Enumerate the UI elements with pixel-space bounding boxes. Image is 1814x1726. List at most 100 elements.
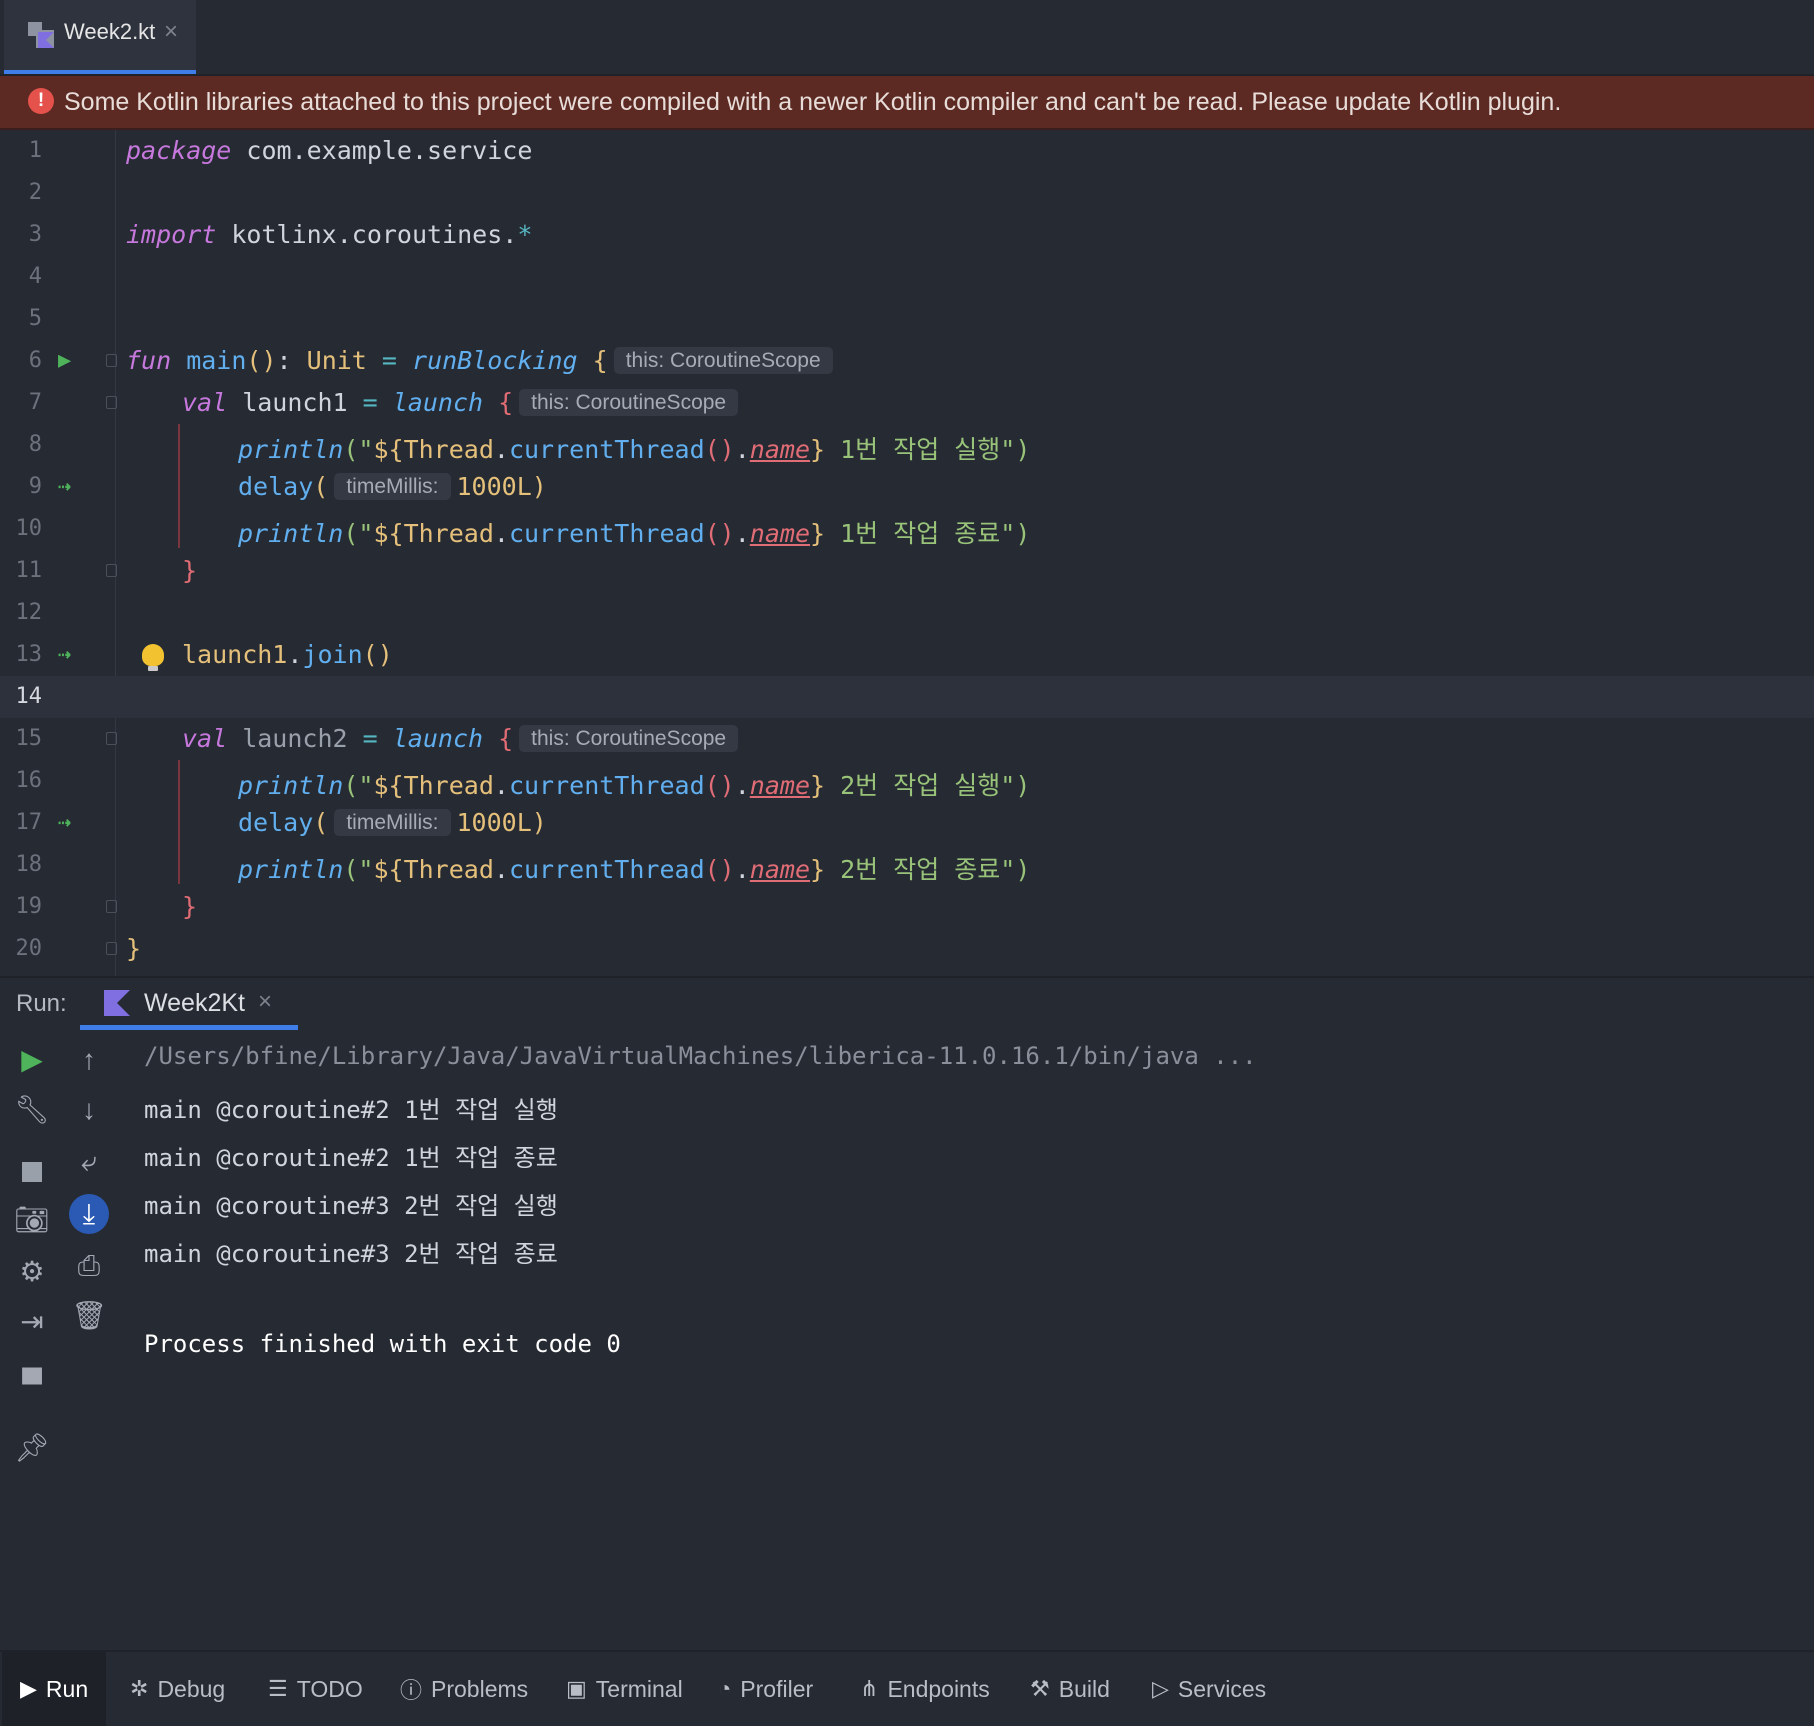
property-name: name [749, 855, 811, 884]
tool-todo[interactable]: ☰ TODO [268, 1652, 363, 1726]
brace: } [182, 556, 198, 585]
tool-run[interactable]: ▶ Run [2, 1652, 107, 1726]
code-line: 5 [0, 298, 1814, 340]
line-number: 4 [28, 264, 42, 289]
keyword: package [126, 136, 232, 165]
paren: ( [313, 808, 329, 837]
package-name: com.example.service [231, 136, 533, 165]
dot: . [493, 771, 509, 800]
run-tab-week2kt[interactable]: Week2Kt × [80, 978, 298, 1030]
pin-icon[interactable]: 📌︎ [12, 1428, 52, 1468]
list-icon: ☰ [268, 1676, 288, 1701]
tool-profiler[interactable]: ◔ Profiler [718, 1652, 813, 1726]
line-number: 16 [15, 768, 43, 793]
tool-build[interactable]: ⚒ Build [1030, 1652, 1110, 1726]
tool-label: Services [1177, 1675, 1267, 1702]
paren: ( [313, 472, 329, 501]
code-text: import kotlinx.coroutines.* [126, 220, 532, 249]
template-open: ${ [373, 435, 404, 464]
brace: { [483, 388, 514, 417]
close-icon[interactable]: × [258, 988, 272, 1016]
line-number: 9 [28, 474, 42, 499]
code-line: 1 package com.example.service [0, 130, 1814, 172]
login-icon[interactable]: ⇥ [12, 1302, 52, 1342]
code-text: } [182, 892, 197, 921]
code-text: } [182, 556, 197, 585]
string-open: (" [343, 855, 374, 884]
kotlin-warning-banner: ! Some Kotlin libraries attached to this… [0, 76, 1814, 130]
tool-label: Run [45, 1675, 89, 1702]
code-line: 13 ⇢ launch1.join() [0, 634, 1814, 676]
line-number: 17 [15, 810, 43, 835]
print-icon[interactable]: ⎙ [69, 1246, 109, 1286]
close-icon[interactable]: × [164, 18, 178, 46]
line-number: 13 [15, 642, 43, 667]
console-command-line: /Users/bfine/Library/Java/JavaVirtualMac… [144, 1042, 1257, 1070]
wrench-icon[interactable]: 🔧︎ [12, 1090, 52, 1130]
services-icon: ▷ [1152, 1676, 1169, 1701]
code-text: val launch2 = launch {this: CoroutineSco… [182, 724, 744, 753]
tool-label: Debug [157, 1675, 226, 1702]
code-text: delay(timeMillis: 1000L) [238, 472, 547, 501]
kotlin-icon [104, 990, 130, 1016]
class-name: Thread [403, 771, 494, 800]
method-name: currentThread [508, 519, 705, 548]
paren: () [246, 346, 277, 375]
layout-icon[interactable]: ▀ [12, 1364, 52, 1404]
console-output-line: main @coroutine#3 2번 작업 실행 [144, 1192, 558, 1220]
tool-endpoints[interactable]: ⋔ Endpoints [860, 1652, 990, 1726]
code-line: 16 println("${Thread.currentThread().nam… [0, 760, 1814, 802]
code-text: delay(timeMillis: 1000L) [238, 808, 547, 837]
tool-debug[interactable]: ✲ Debug [130, 1652, 225, 1726]
line-number: 15 [15, 726, 43, 751]
arrow-down-icon[interactable]: ↓ [69, 1090, 109, 1130]
endpoints-icon: ⋔ [860, 1676, 879, 1701]
keyword: import [126, 220, 217, 249]
fold-icon[interactable] [106, 900, 117, 913]
fold-icon[interactable] [106, 732, 117, 745]
camera-icon[interactable]: 📷︎ [12, 1200, 52, 1240]
tab-week2-kt[interactable]: Week2.kt × [4, 0, 196, 74]
line-number: 14 [15, 684, 43, 709]
paren: () [362, 640, 393, 669]
soft-wrap-icon[interactable]: ⤶ [69, 1142, 109, 1182]
tool-terminal[interactable]: ▣ Terminal [566, 1652, 683, 1726]
tab-label: Week2.kt [64, 19, 156, 44]
stop-icon[interactable] [12, 1150, 52, 1190]
dot: . [493, 855, 509, 884]
brace: } [182, 892, 198, 921]
call-name: println [238, 519, 344, 548]
rerun-icon[interactable]: ▶ [12, 1040, 52, 1080]
lightbulb-icon[interactable] [142, 644, 164, 671]
run-gutter-icon[interactable]: ▶ [58, 348, 71, 373]
tool-problems[interactable]: ⓘ Problems [400, 1652, 528, 1726]
profiler-icon: ◔ [718, 1676, 732, 1701]
fold-icon[interactable] [106, 564, 117, 577]
dot: . [734, 855, 750, 884]
line-number: 11 [15, 558, 43, 583]
line-number: 12 [15, 600, 43, 625]
line-number: 2 [28, 180, 42, 205]
arrow-up-icon[interactable]: ↑ [69, 1040, 109, 1080]
brace: } [126, 934, 142, 963]
brace: { [577, 346, 608, 375]
import-star: * [517, 220, 533, 249]
fold-icon[interactable] [106, 354, 117, 367]
property-name: name [749, 435, 811, 464]
method-name: currentThread [508, 435, 705, 464]
code-line: 7 val launch1 = launch {this: CoroutineS… [0, 382, 1814, 424]
string-close: ") [1000, 855, 1031, 884]
string-literal: 2번 작업 실행 [825, 771, 1001, 800]
settings-bug-icon[interactable]: ⚙ [12, 1252, 52, 1292]
trash-icon[interactable]: 🗑︎ [69, 1296, 109, 1336]
fold-icon[interactable] [106, 942, 117, 955]
hammer-icon: ⚒ [1030, 1676, 1050, 1701]
line-number: 5 [28, 306, 42, 331]
function-name: main [171, 346, 247, 375]
run-tab-label: Week2Kt [144, 989, 245, 1017]
tool-services[interactable]: ▷ Services [1152, 1652, 1266, 1726]
template-close: } [810, 435, 826, 464]
scroll-to-end-icon[interactable]: ⤓ [69, 1194, 109, 1234]
code-editor[interactable]: 1 package com.example.service 2 3 import… [0, 130, 1814, 976]
fold-icon[interactable] [106, 396, 117, 409]
